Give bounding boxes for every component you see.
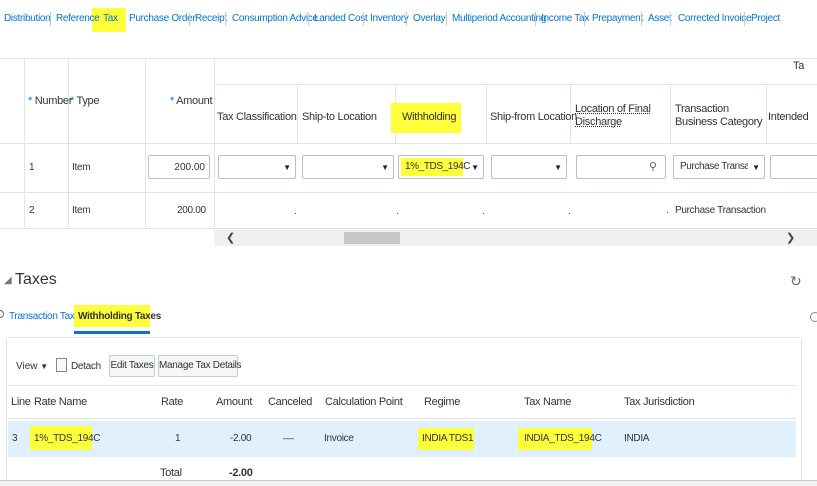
- view-menu[interactable]: View ▼: [16, 361, 48, 372]
- business-category-select[interactable]: Purchase Transacti ▼: [673, 155, 765, 179]
- tax-rate-name: 1%_TDS_194C: [34, 433, 101, 444]
- tab-distribution[interactable]: Distribution: [4, 8, 51, 30]
- intended-field[interactable]: [770, 155, 817, 179]
- column-header-tax-jurisdiction[interactable]: Tax Jurisdiction: [624, 396, 695, 408]
- column-header-tax-name[interactable]: Tax Name: [524, 396, 571, 408]
- search-icon[interactable]: ⚲: [649, 160, 657, 173]
- scroll-left-icon[interactable]: ❮: [226, 231, 235, 244]
- column-header-business-category[interactable]: Transaction Business Category: [675, 103, 767, 129]
- column-header-number[interactable]: * Number: [28, 95, 72, 108]
- column-header-line[interactable]: Line: [11, 396, 31, 408]
- detach-button[interactable]: Detach: [71, 361, 101, 372]
- column-header-final-discharge[interactable]: Location of Final Discharge: [575, 103, 665, 129]
- line-amount: 200.00: [177, 205, 206, 216]
- collapse-triangle-icon[interactable]: ◢: [4, 275, 12, 286]
- tab-asset[interactable]: Asset: [648, 8, 672, 30]
- refresh-icon[interactable]: ↻: [790, 273, 802, 290]
- tab-purchase-order[interactable]: Purchase Order: [129, 8, 196, 30]
- table-row[interactable]: [8, 421, 796, 457]
- tab-landed-cost[interactable]: Landed Cost: [314, 8, 368, 30]
- tax-jurisdiction: INDIA: [624, 433, 650, 444]
- line-business-category: Purchase Transaction: [675, 205, 766, 216]
- column-header-amount[interactable]: Amount: [216, 396, 252, 408]
- manage-tax-details-button[interactable]: Manage Tax Details: [158, 355, 242, 377]
- tab-corrected-invoice[interactable]: Corrected Invoice: [678, 8, 752, 30]
- tax-calculation-point: Invoice: [324, 433, 354, 444]
- column-header-regime[interactable]: Regime: [424, 396, 460, 408]
- tax-regime: INDIA TDS1: [422, 433, 474, 444]
- column-header-canceled[interactable]: Canceled: [268, 396, 312, 408]
- column-header-tax-classification[interactable]: Tax Classification: [217, 111, 297, 124]
- chevron-down-icon: ▼: [554, 163, 562, 172]
- line-type: Item: [72, 205, 91, 216]
- line-type: Item: [72, 162, 91, 173]
- tab-consumption-advice[interactable]: Consumption Advice: [232, 8, 318, 30]
- chevron-down-icon: ▼: [381, 163, 389, 172]
- ship-from-select[interactable]: ▼: [491, 155, 567, 179]
- withholding-select[interactable]: 1%_TDS_194C ▼: [398, 155, 484, 179]
- tab-income-tax[interactable]: Income Tax: [541, 8, 589, 30]
- tab-bar: Distribution Reference Tax Purchase Orde…: [0, 8, 817, 32]
- tax-amount: -2.00: [230, 433, 252, 444]
- taxes-section-title: Taxes: [15, 271, 57, 288]
- tab-withholding-taxes[interactable]: Withholding Taxes: [78, 311, 161, 322]
- line-number: 1: [29, 162, 35, 173]
- line-number: 2: [29, 205, 35, 216]
- column-header-cut: Ta: [793, 60, 805, 72]
- tab-multiperiod-accounting[interactable]: Multiperiod Accounting: [452, 8, 546, 30]
- window-bottom-bar: [0, 480, 817, 486]
- column-header-type[interactable]: * Type: [70, 95, 99, 108]
- scrollbar-thumb[interactable]: [344, 232, 400, 244]
- chevron-down-icon: ▼: [752, 163, 760, 172]
- column-header-intended[interactable]: Intended: [768, 111, 809, 124]
- chevron-down-icon: ▼: [283, 163, 291, 172]
- tab-inventory[interactable]: Inventory: [370, 8, 409, 30]
- tab-overlay[interactable]: Overlay: [413, 8, 446, 30]
- final-discharge-field[interactable]: ⚲: [576, 155, 666, 179]
- chevron-down-icon: ▼: [471, 163, 479, 172]
- tab-project[interactable]: Project: [751, 8, 780, 30]
- column-header-rate-name[interactable]: Rate Name: [34, 396, 87, 408]
- radio-icon: [0, 310, 4, 318]
- tax-canceled: __: [283, 429, 294, 440]
- tab-receipt[interactable]: Receipt: [195, 8, 227, 30]
- amount-field[interactable]: 200.00: [148, 155, 210, 179]
- column-header-calculation-point[interactable]: Calculation Point: [325, 396, 403, 408]
- column-header-ship-from[interactable]: Ship-from Location: [490, 111, 577, 124]
- tab-tax[interactable]: Tax: [103, 8, 118, 30]
- horizontal-scrollbar[interactable]: ❮ ❯: [214, 230, 817, 246]
- tab-prepayment[interactable]: Prepayment: [592, 8, 643, 30]
- tax-classification-select[interactable]: ▼: [218, 155, 296, 179]
- tax-rate: 1: [175, 433, 181, 444]
- tab-reference[interactable]: Reference: [56, 8, 100, 30]
- total-label: Total: [160, 467, 182, 479]
- edit-taxes-button[interactable]: Edit Taxes: [109, 355, 155, 377]
- column-header-withholding[interactable]: Withholding: [402, 111, 456, 124]
- column-header-rate[interactable]: Rate: [161, 396, 183, 408]
- tax-line-number: 3: [12, 433, 18, 444]
- column-header-amount[interactable]: * Amount: [170, 95, 213, 108]
- scroll-right-icon[interactable]: ❯: [786, 231, 795, 244]
- total-value: -2.00: [229, 467, 253, 479]
- detach-icon[interactable]: [56, 358, 67, 372]
- active-tab-indicator: [74, 331, 150, 334]
- tax-name: INDIA_TDS_194C: [524, 433, 602, 444]
- column-header-ship-to[interactable]: Ship-to Location: [302, 111, 377, 124]
- ship-to-select[interactable]: ▼: [302, 155, 394, 179]
